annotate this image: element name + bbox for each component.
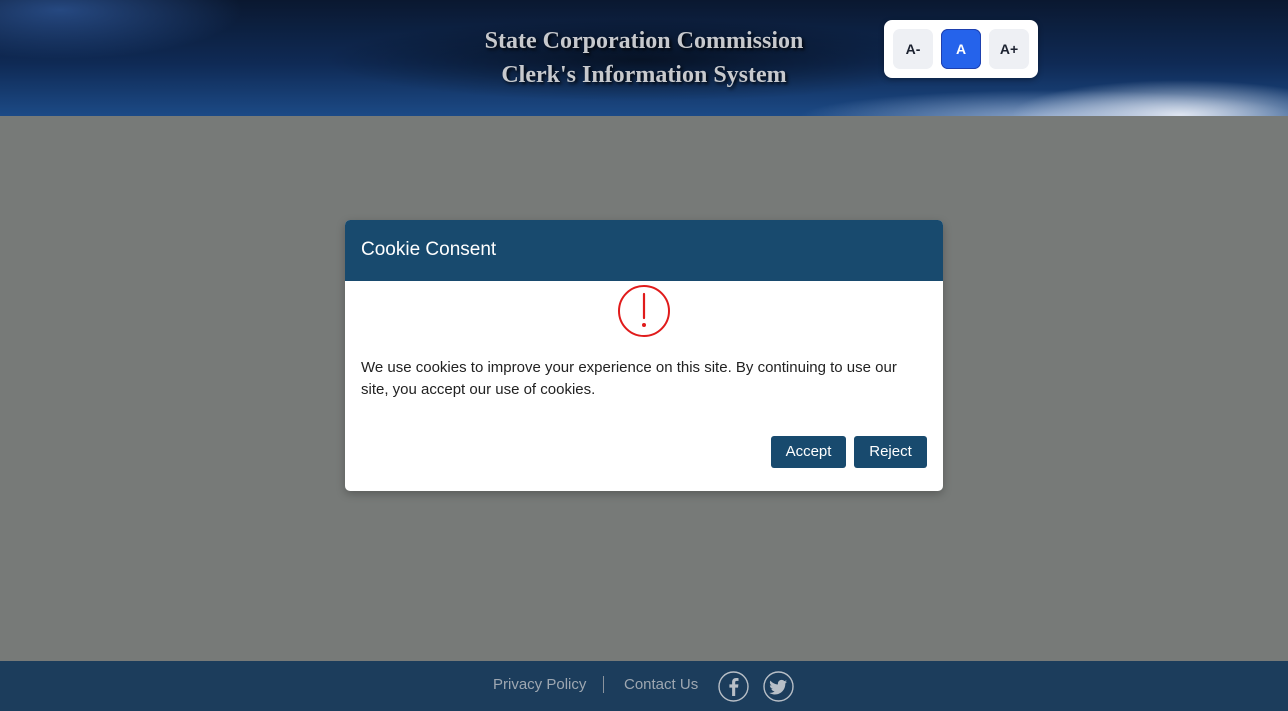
increase-font-button[interactable]: A+ bbox=[989, 29, 1029, 69]
site-title: State Corporation Commission Clerk's Inf… bbox=[394, 24, 894, 92]
reject-button[interactable]: Reject bbox=[854, 436, 927, 468]
footer-divider bbox=[603, 676, 604, 693]
site-title-line1: State Corporation Commission bbox=[484, 28, 804, 54]
contact-us-link[interactable]: Contact Us bbox=[624, 676, 698, 694]
exclamation-circle-icon bbox=[618, 285, 670, 337]
cookie-message: We use cookies to improve your experienc… bbox=[361, 359, 897, 398]
site-header: State Corporation Commission Clerk's Inf… bbox=[0, 0, 1288, 116]
dialog-title: Cookie Consent bbox=[361, 239, 497, 260]
site-title-line2: Clerk's Information System bbox=[501, 62, 787, 88]
facebook-icon[interactable] bbox=[718, 671, 749, 702]
twitter-icon[interactable] bbox=[763, 671, 794, 702]
decrease-font-button[interactable]: A- bbox=[893, 29, 933, 69]
dialog-header: Cookie Consent bbox=[345, 220, 943, 281]
privacy-policy-link[interactable]: Privacy Policy bbox=[493, 676, 586, 694]
default-font-button[interactable]: A bbox=[941, 29, 981, 69]
site-footer: Privacy Policy Contact Us bbox=[0, 661, 1288, 711]
accept-button[interactable]: Accept bbox=[771, 436, 846, 468]
cookie-consent-dialog: Cookie Consent We use cookies to improve… bbox=[345, 220, 943, 491]
font-size-controls: A- A A+ bbox=[884, 20, 1038, 78]
